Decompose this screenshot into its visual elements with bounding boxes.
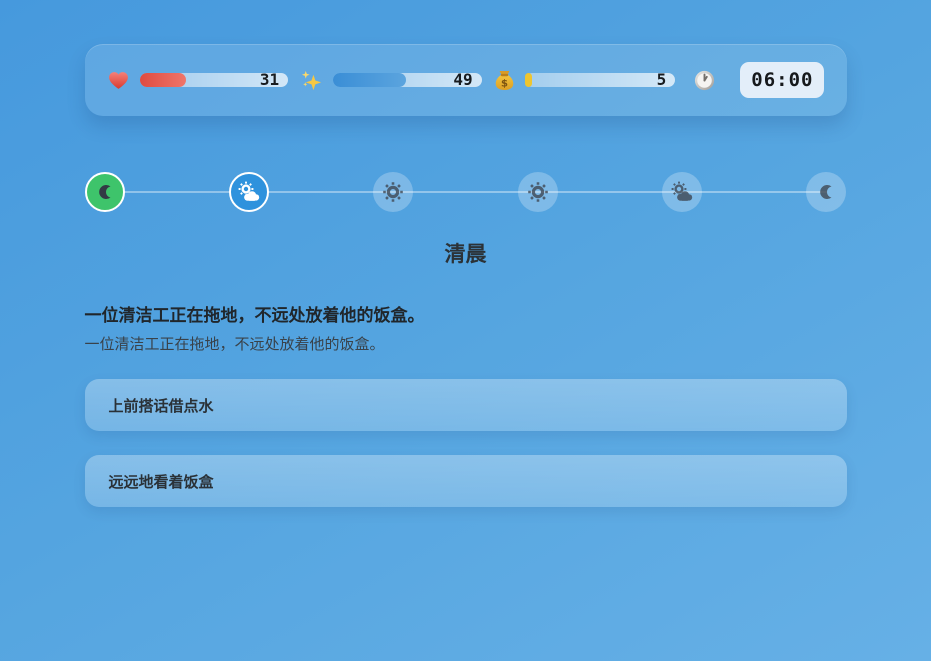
- energy-value: 49: [453, 72, 472, 88]
- timeline-stage-noon: [373, 172, 413, 212]
- money-bar: 5: [525, 73, 676, 87]
- timeline-stage-afternoon: [518, 172, 558, 212]
- health-bar-fill: [140, 73, 186, 87]
- status-bar: 31 49 $: [85, 44, 847, 116]
- clock-wrap: [693, 69, 716, 92]
- money-stat: $ 5: [494, 69, 676, 92]
- timeline-stage-morning: [229, 172, 269, 212]
- game-screen: 31 49 $: [85, 44, 847, 507]
- choice-list: 上前搭话借点水 远远地看着饭盒: [85, 379, 847, 507]
- timeline-line: [105, 191, 827, 193]
- svg-text:$: $: [501, 78, 508, 89]
- sparkles-icon: [300, 69, 323, 92]
- energy-stat: 49: [300, 69, 482, 92]
- sun-cloud-icon: [237, 180, 261, 204]
- heart-icon: [107, 69, 130, 92]
- time-display: 06:00: [740, 62, 824, 98]
- event-description: 一位清洁工正在拖地，不远处放着他的饭盒。: [85, 334, 847, 356]
- health-value: 31: [260, 72, 279, 88]
- money-bar-fill: [525, 73, 533, 87]
- choice-button-talk[interactable]: 上前搭话借点水: [85, 379, 847, 431]
- health-bar: 31: [140, 73, 289, 87]
- timeline-stage-evening: [662, 172, 702, 212]
- timeline-stage-night: [806, 172, 846, 212]
- sun-cloud-icon: [670, 180, 694, 204]
- timeline-stage-dawn: [85, 172, 125, 212]
- scene-title: 清晨: [85, 238, 847, 268]
- money-value: 5: [657, 72, 667, 88]
- sun-icon: [382, 181, 404, 203]
- moon-icon: [816, 182, 836, 202]
- money-bag-icon: $: [494, 69, 515, 92]
- event-title: 一位清洁工正在拖地，不远处放着他的饭盒。: [85, 304, 847, 328]
- sun-icon: [527, 181, 549, 203]
- health-stat: 31: [107, 69, 289, 92]
- energy-bar-fill: [333, 73, 406, 87]
- clock-icon: [693, 69, 716, 92]
- moon-icon: [95, 182, 115, 202]
- energy-bar: 49: [333, 73, 482, 87]
- choice-button-watch[interactable]: 远远地看着饭盒: [85, 455, 847, 507]
- day-timeline: [85, 172, 847, 212]
